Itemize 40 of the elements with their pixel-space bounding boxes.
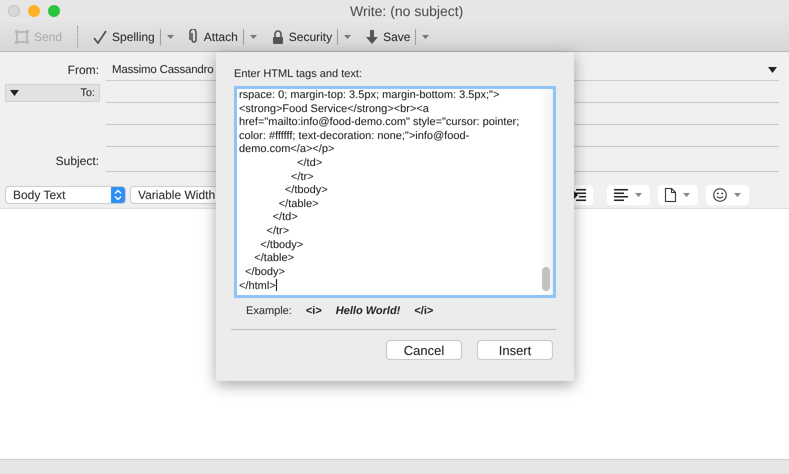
dialog-prompt: Enter HTML tags and text: [234,68,363,80]
example-text: Hello World! [336,305,400,319]
caret-icon [248,34,258,40]
paperclip-icon [188,29,199,44]
emoji-button[interactable] [706,185,749,205]
recipient-type-button[interactable]: To: [5,84,100,102]
align-button[interactable] [607,185,650,205]
cancel-button[interactable]: Cancel [386,340,462,360]
insert-button[interactable]: Insert [477,340,553,360]
field-label: Subject: [54,154,99,170]
caret-icon [733,192,742,198]
caret-icon [421,34,430,40]
stepper-icon [114,189,122,201]
scrollbar-thumb[interactable] [542,267,550,291]
document-icon [665,188,676,202]
insert-button[interactable] [658,185,698,205]
caret-icon [768,67,777,73]
html-input-field[interactable]: rspace: 0; margin-top: 3.5px; margin-bottom: 3.5px;"> <strong>Food Service</strong><br><a href="mailto:info@food-demo.com" style="cursor: pointer; color: #ffffff; text-decoration: none;">info@food- demo.com</a></p> </td> </tr> </tbody> </table> </td> </tr> </tbody> </table> </body> </html> [234,86,556,298]
spelling-button[interactable]: Spelling [90,28,158,46]
zoom-button[interactable] [48,5,60,17]
send-icon [15,30,29,44]
window-title: Write: (no subject) [349,3,464,19]
example-text: <i> [306,305,322,319]
example-label: Example: [246,305,292,319]
caret-icon [166,34,175,40]
caret-icon [682,192,691,198]
paragraph-style-select[interactable]: Body Text [5,186,126,204]
attach-button[interactable]: Attach [186,27,241,46]
caret-icon [343,34,352,40]
security-button[interactable]: Security [268,28,336,46]
lock-icon [272,30,284,44]
down-arrow-icon [366,30,378,44]
example-text: </i> [414,305,434,319]
align-left-icon [614,189,628,201]
field-label: From: [66,63,99,79]
caret-icon [634,192,643,198]
smiley-icon [713,188,727,202]
save-button[interactable]: Save [363,28,414,46]
caret-icon [10,90,19,96]
check-icon [93,30,108,44]
